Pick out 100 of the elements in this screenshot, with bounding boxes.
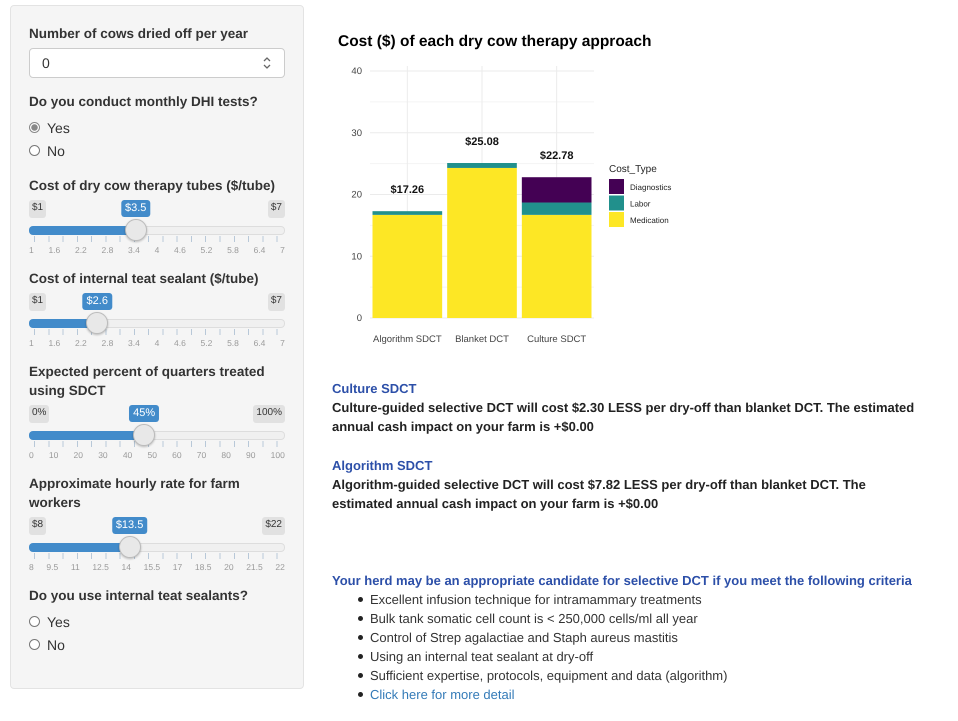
criteria-item: Sufficient expertise, protocols, equipment and data (algorithm) xyxy=(370,667,728,685)
legend-label: Labor xyxy=(630,200,650,208)
value-label: $17.26 xyxy=(390,184,424,196)
tick-label: 0 xyxy=(29,450,34,460)
tick-label: 30 xyxy=(98,450,108,460)
radio-button[interactable] xyxy=(29,639,40,650)
criteria-item: Using an internal teat sealant at dry-off xyxy=(370,648,594,666)
tick-label: 1.6 xyxy=(48,245,60,255)
tick-label: 17 xyxy=(172,562,182,572)
criteria-item: Bulk tank somatic cell count is < 250,000 cells/ml all year xyxy=(370,610,698,628)
tick-label: 100 xyxy=(270,450,285,460)
field-label: Do you conduct monthly DHI tests? xyxy=(29,93,259,111)
tick-label: 4 xyxy=(154,338,160,348)
tick-label: 20 xyxy=(224,562,234,572)
radio-label[interactable]: Yes xyxy=(47,614,70,630)
slider-track[interactable] xyxy=(29,312,285,334)
field-label: Cost of internal teat sealant ($/tube) xyxy=(29,270,260,288)
tick-label: 4.6 xyxy=(174,245,186,255)
max-label: 100% xyxy=(253,405,285,423)
tick-label: 5.2 xyxy=(200,245,212,255)
tick-label: 22 xyxy=(275,562,285,572)
tick-label: 90 xyxy=(246,450,256,460)
slider-handle[interactable] xyxy=(124,219,147,241)
axis-label: Algorithm SDCT xyxy=(373,334,442,345)
tick-label: 8 xyxy=(29,562,34,572)
value-label: $13.5 xyxy=(112,517,148,534)
field-label: Cost of dry cow therapy tubes ($/tube) xyxy=(29,177,276,195)
slider-track[interactable] xyxy=(29,219,285,241)
tick-label: 5.8 xyxy=(227,245,239,255)
tick-label: 18.5 xyxy=(194,562,212,572)
criteria-item: Excellent infusion technique for intramammary treatments xyxy=(370,591,702,609)
chart-title: Cost ($) of each dry cow therapy approach xyxy=(338,33,652,50)
tick-label: 7 xyxy=(280,245,285,255)
tick-label: 70 xyxy=(196,450,206,460)
bullet-icon xyxy=(358,616,363,621)
tick-label: 40 xyxy=(122,450,132,460)
axis-label: 10 xyxy=(351,251,362,262)
bullet-icon xyxy=(358,654,363,659)
field-label: Expected percent of quarters treated using SDCT xyxy=(29,363,266,400)
bullet-icon xyxy=(358,635,363,640)
tick-label: 2.2 xyxy=(74,338,87,348)
tick-label: 7 xyxy=(280,338,285,348)
criteria-item: Control of Strep agalactiae and Staph aureus mastitis xyxy=(370,629,678,647)
tick-label: 60 xyxy=(172,450,182,460)
field-label: Do you use internal teat sealants? xyxy=(29,587,250,605)
result-text: Culture-guided selective DCT will cost $2.30 LESS per dry-off than blanket DCT. The estimated annual cash impact on your farm is +$0.00 xyxy=(332,399,916,436)
tick-label: 3.4 xyxy=(128,338,140,348)
slider-handle[interactable] xyxy=(133,424,156,446)
tick-label: 6.4 xyxy=(254,338,266,348)
axis-label: 30 xyxy=(351,128,362,139)
tick-label: 12.5 xyxy=(92,562,109,572)
tick-label: 1 xyxy=(29,338,34,348)
tick-label: 2.2 xyxy=(74,245,87,255)
bullet-icon xyxy=(358,692,363,697)
tick-label: 15.5 xyxy=(144,562,160,572)
axis-label: 40 xyxy=(351,66,362,77)
slider-handle[interactable] xyxy=(86,312,108,334)
result-text: Algorithm-guided selective DCT will cost $7.82 LESS per dry-off than blanket DCT. The estimated annual cash impact on your farm is +$0.00 xyxy=(332,476,867,513)
tick-label: 5.2 xyxy=(200,338,212,348)
tick-label: 14 xyxy=(122,562,131,572)
value-label: $22.78 xyxy=(540,150,574,162)
more-detail-link[interactable]: Click here for more detail xyxy=(370,685,514,704)
value-label: 45% xyxy=(129,405,160,422)
tick-label: 5.8 xyxy=(227,338,239,348)
result-heading: Culture SDCT xyxy=(332,381,418,396)
slider-track[interactable] xyxy=(29,424,285,446)
tick-label: 1.6 xyxy=(48,338,60,348)
radio-button[interactable] xyxy=(29,145,40,156)
tick-label: 3.4 xyxy=(128,245,140,255)
number-input[interactable]: 0 xyxy=(29,48,285,78)
min-label: $1 xyxy=(29,200,46,218)
field-label: Approximate hourly rate for farm workers xyxy=(29,475,241,512)
slider-track[interactable] xyxy=(29,536,285,558)
min-label: 0% xyxy=(29,405,50,423)
min-label: $1 xyxy=(29,293,46,311)
legend-label: Medication xyxy=(630,216,669,225)
legend-title: Cost_Type xyxy=(609,164,657,175)
tick-label: 11 xyxy=(70,562,80,572)
slider-handle[interactable] xyxy=(118,536,141,558)
legend-label: Diagnostics xyxy=(630,183,672,192)
radio-button[interactable] xyxy=(29,616,40,627)
tick-label: 4 xyxy=(154,245,160,255)
max-label: $7 xyxy=(268,200,285,218)
axis-label: Blanket DCT xyxy=(455,334,509,345)
value-label: $25.08 xyxy=(465,136,499,148)
bullet-icon xyxy=(358,597,363,602)
max-label: $22 xyxy=(262,517,285,535)
tick-label: 4.6 xyxy=(174,338,186,348)
tick-label: 1 xyxy=(29,245,34,255)
radio-label[interactable]: No xyxy=(47,142,65,158)
radio-label[interactable]: Yes xyxy=(47,120,70,136)
tick-label: 2.8 xyxy=(102,338,114,348)
tick-label: 10 xyxy=(48,450,58,460)
radio-label[interactable]: No xyxy=(47,636,65,652)
criteria-heading: Your herd may be an appropriate candidate for selective DCT if you meet the following criteria xyxy=(332,573,913,588)
max-label: $7 xyxy=(268,293,285,311)
tick-label: 20 xyxy=(74,450,84,460)
radio-button[interactable] xyxy=(29,122,40,133)
bullet-icon xyxy=(358,673,363,678)
spinner-icon[interactable] xyxy=(262,56,272,70)
